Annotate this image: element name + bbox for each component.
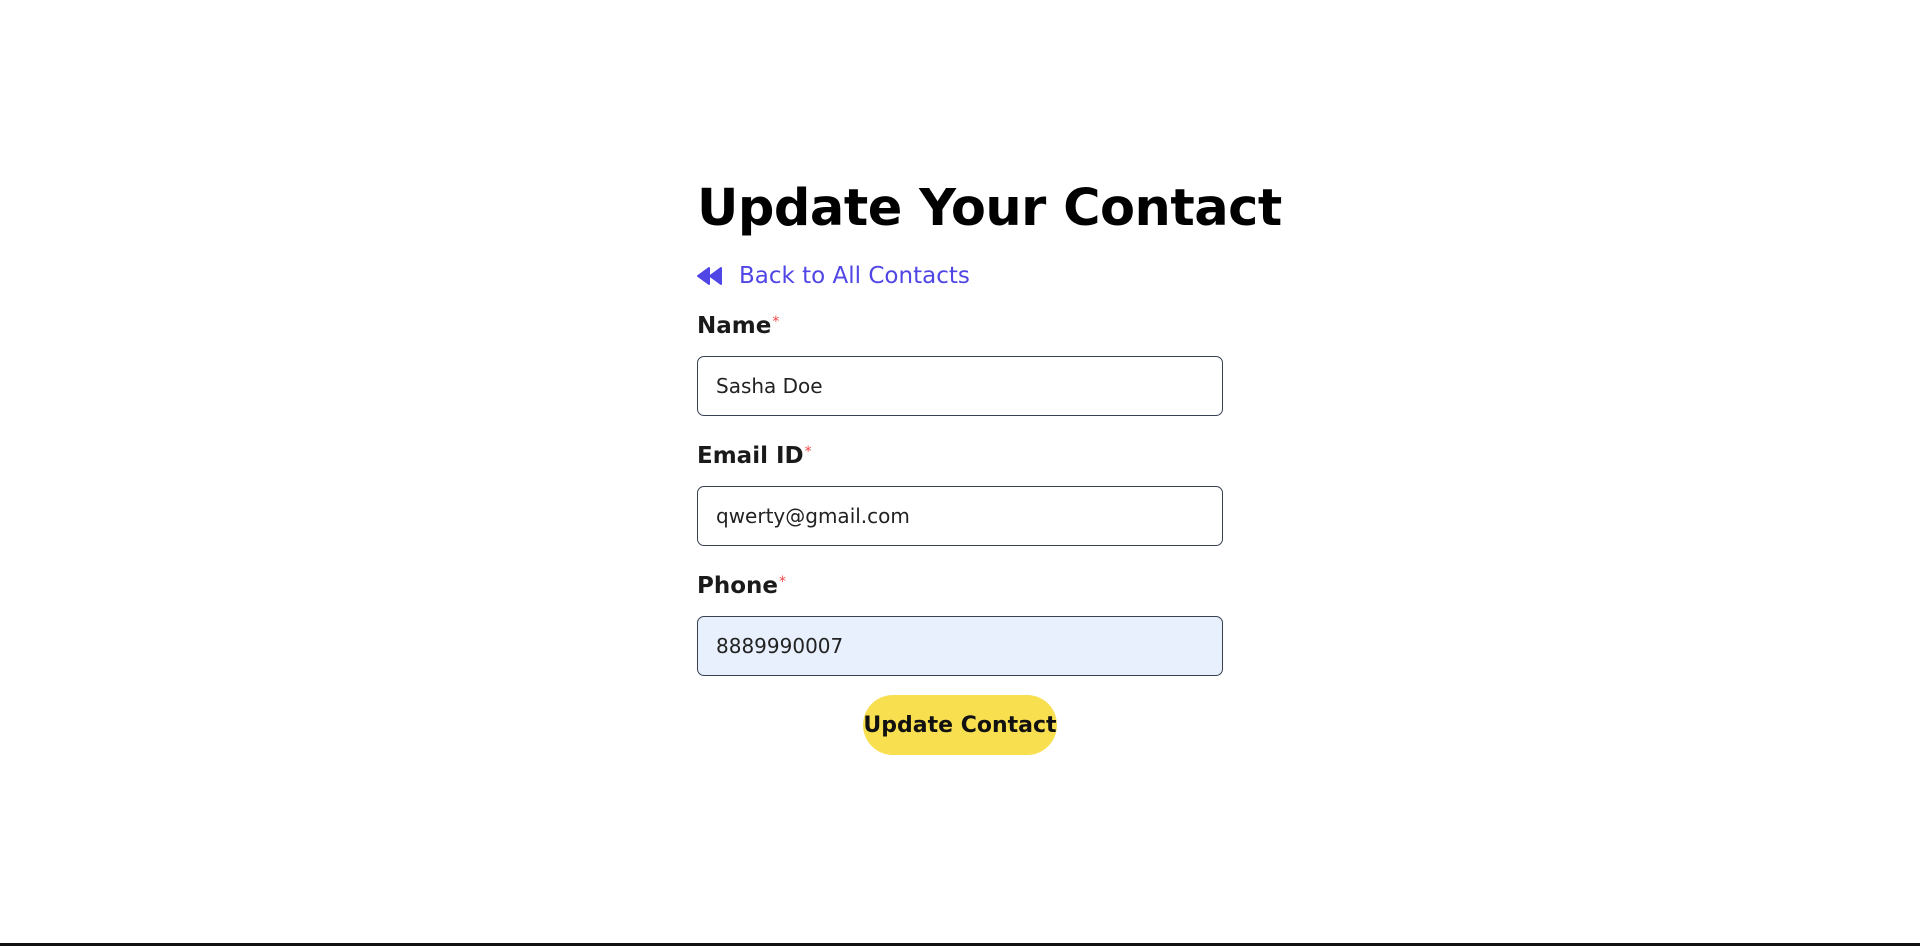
update-contact-button[interactable]: Update Contact [863,695,1057,755]
page-title: Update Your Contact [697,179,1282,238]
back-to-contacts-link[interactable]: Back to All Contacts [697,261,1223,291]
phone-input[interactable] [697,616,1223,676]
required-marker: * [772,314,780,330]
phone-label-text: Phone [697,573,779,599]
email-label: Email ID* [697,441,1223,471]
form-actions: Update Contact [697,695,1223,755]
required-marker: * [804,444,812,460]
page: Update Your Contact Back to All Contacts… [0,0,1920,946]
phone-label: Phone* [697,571,1223,601]
back-link-label: Back to All Contacts [739,263,970,289]
contact-form: Name* Email ID* Phone* Update Contact [697,311,1223,755]
required-marker: * [779,574,787,590]
email-label-text: Email ID [697,443,804,469]
name-input[interactable] [697,356,1223,416]
email-input[interactable] [697,486,1223,546]
backward-icon [697,266,723,286]
update-contact-form-container: Update Your Contact Back to All Contacts… [697,178,1282,755]
name-label-text: Name [697,313,772,339]
name-label: Name* [697,311,1223,341]
